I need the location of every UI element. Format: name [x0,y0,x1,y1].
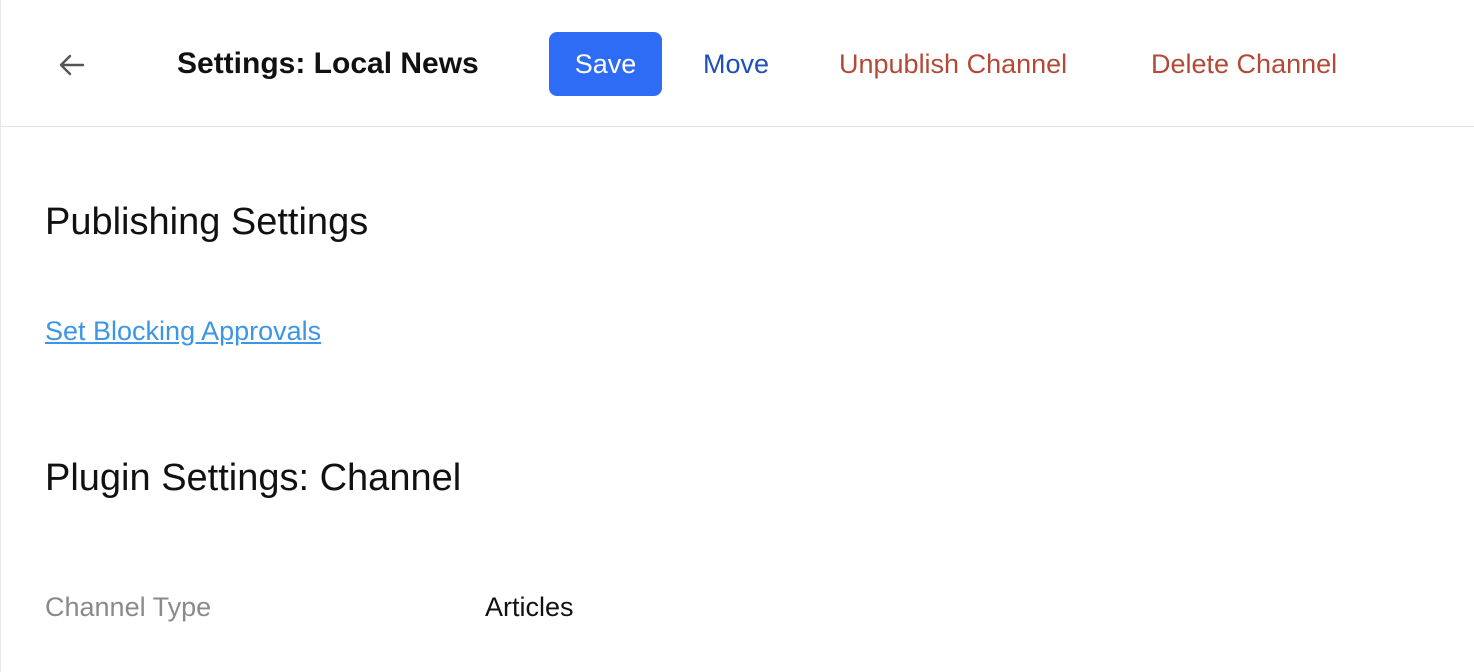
page-header: Settings: Local News Save Move Unpublish… [1,0,1474,127]
settings-page: Settings: Local News Save Move Unpublish… [0,0,1474,672]
plugin-settings-heading: Plugin Settings: Channel [45,457,462,499]
channel-type-value: Articles [485,592,574,622]
save-button[interactable]: Save [549,32,662,96]
delete-channel-button[interactable]: Delete Channel [1151,44,1337,84]
page-title: Settings: Local News [177,47,479,80]
arrow-left-icon [59,54,85,76]
move-button[interactable]: Move [703,44,769,84]
unpublish-channel-button[interactable]: Unpublish Channel [839,44,1067,84]
publishing-settings-heading: Publishing Settings [45,201,369,243]
set-blocking-approvals-link[interactable]: Set Blocking Approvals [45,313,321,349]
channel-type-label: Channel Type [45,592,212,622]
back-button[interactable] [53,46,91,84]
